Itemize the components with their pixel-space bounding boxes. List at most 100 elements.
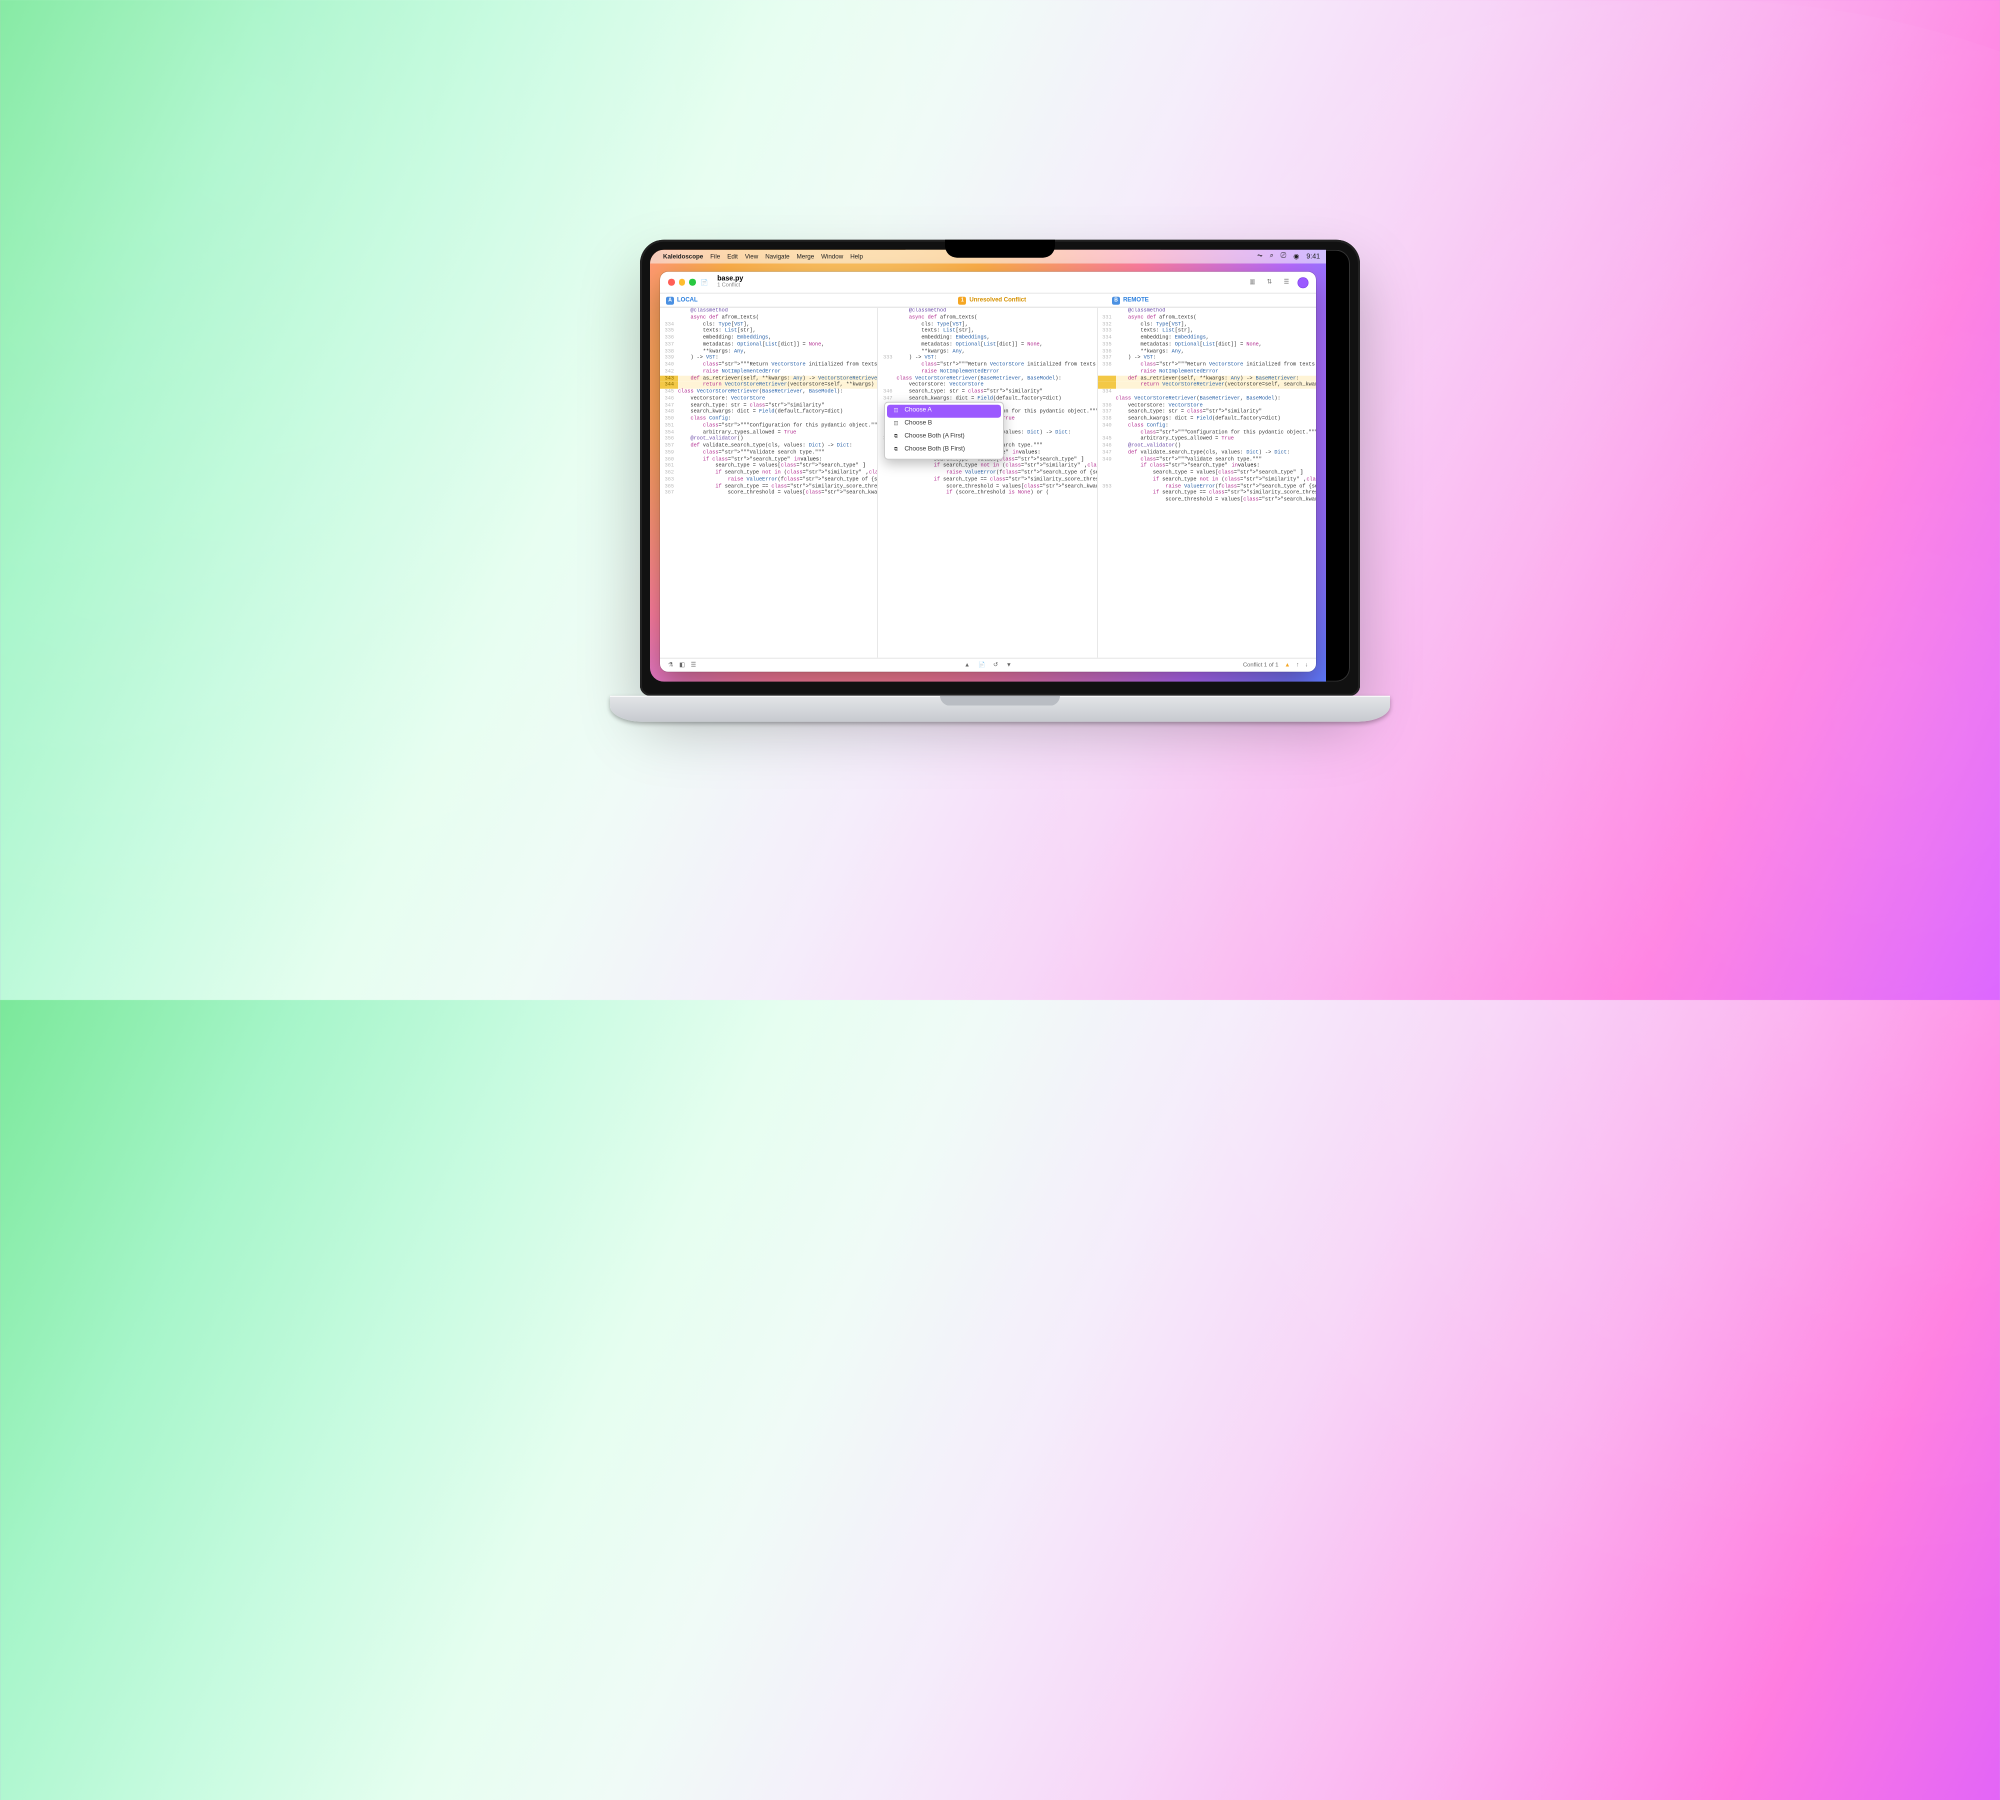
code-line[interactable]: 343 def as_retriever(self, **kwargs: Any…: [660, 375, 877, 382]
code-line[interactable]: 338 search_kwargs: dict = Field(default_…: [1098, 416, 1316, 423]
code-line[interactable]: score_threshold = values[class="str">"se…: [878, 483, 1096, 490]
code-line[interactable]: raise NotImplementedError: [878, 368, 1096, 375]
menu-window[interactable]: Window: [821, 253, 843, 260]
code-line[interactable]: 357 def validate_search_type(cls, values…: [660, 443, 877, 450]
code-line[interactable]: 336 **kwargs: Any,: [1098, 348, 1316, 355]
columns-view-icon[interactable]: ▥: [1247, 277, 1258, 288]
code-line[interactable]: 347 def validate_search_type(cls, values…: [1098, 449, 1316, 456]
code-line[interactable]: 345class VectorStoreRetriever(BaseRetrie…: [660, 389, 877, 396]
code-line[interactable]: if search_type == class="str">"similarit…: [1098, 490, 1316, 497]
code-line[interactable]: 356 @root_validator(): [660, 436, 877, 443]
code-line[interactable]: 359 class="str">"""Validate search type.…: [660, 449, 877, 456]
code-line[interactable]: 335 metadatas: Optional[List[dict]] = No…: [1098, 341, 1316, 348]
code-line[interactable]: metadatas: Optional[List[dict]] = None,: [878, 341, 1096, 348]
code-line[interactable]: 339 ) -> VST:: [660, 355, 877, 362]
revert-icon[interactable]: ↺: [993, 662, 998, 668]
code-line[interactable]: cls: Type[VST],: [878, 321, 1096, 328]
code-line[interactable]: if search_type not in (class="str">"simi…: [878, 463, 1096, 470]
file-icon[interactable]: 📄: [978, 662, 985, 668]
zoom-button[interactable]: [689, 279, 696, 286]
code-line[interactable]: 337 ) -> VST:: [1098, 355, 1316, 362]
code-line[interactable]: 333 ) -> VST:: [878, 355, 1096, 362]
remote-pane[interactable]: @classmethod331 async def afrom_texts( 33…: [1098, 308, 1316, 658]
code-line[interactable]: 340 class="str">"""Return VectorStore in…: [660, 362, 877, 369]
menu-choose-a[interactable]: ◫ Choose A: [887, 405, 1001, 418]
siri-icon[interactable]: ◉: [1293, 253, 1299, 261]
sidebar-toggle-icon[interactable]: ◧: [679, 662, 684, 668]
code-line[interactable]: texts: List[str],: [878, 328, 1096, 335]
code-line[interactable]: 334 cls: Type[VST],: [660, 321, 877, 328]
menu-choose-b[interactable]: ◫ Choose B: [887, 418, 1001, 431]
code-line[interactable]: async def afrom_texts(: [660, 314, 877, 321]
control-center-icon[interactable]: ⎚: [1281, 253, 1287, 261]
code-line[interactable]: 337 metadatas: Optional[List[dict]] = No…: [660, 341, 877, 348]
code-line[interactable]: 335 texts: List[str],: [660, 328, 877, 335]
code-line[interactable]: class="str">"""Return VectorStore initia…: [878, 362, 1096, 369]
menu-choose-both-a-first[interactable]: ⧉ Choose Both (A First): [887, 431, 1001, 444]
code-line[interactable]: 333 texts: List[str],: [1098, 328, 1316, 335]
menu-edit[interactable]: Edit: [727, 253, 738, 260]
code-line[interactable]: 336 vectorstore: VectorStore: [1098, 402, 1316, 409]
code-line[interactable]: if search_type == class="str">"similarit…: [878, 476, 1096, 483]
titlebar[interactable]: 📄 base.py 1 Conflict ▥ ⇅ ☰: [660, 272, 1316, 294]
jump-down-icon[interactable]: ↓: [1305, 662, 1308, 668]
code-line[interactable]: 348 search_kwargs: dict = Field(default_…: [660, 409, 877, 416]
jump-up-icon[interactable]: ↑: [1296, 662, 1299, 668]
code-line[interactable]: if search_type not in (class="str">"simi…: [1098, 476, 1316, 483]
menubar-app-name[interactable]: Kaleidoscope: [663, 253, 703, 260]
code-line[interactable]: return VectorStoreRetriever(vectorstore=…: [1098, 382, 1316, 389]
code-line[interactable]: 331 async def afrom_texts(: [1098, 314, 1316, 321]
code-line[interactable]: 337 search_type: str = class="str">"simi…: [1098, 409, 1316, 416]
menu-file[interactable]: File: [710, 253, 720, 260]
code-line[interactable]: 367 score_threshold = values[class="str"…: [660, 490, 877, 497]
code-line[interactable]: 334 embedding: Embeddings,: [1098, 335, 1316, 342]
code-line[interactable]: 351 class="str">"""Configuration for thi…: [660, 422, 877, 429]
code-line[interactable]: 340 class Config:: [1098, 422, 1316, 429]
local-pane[interactable]: @classmethod async def afrom_texts(334 c…: [660, 308, 878, 658]
code-line[interactable]: 354 arbitrary_types_allowed = True: [660, 429, 877, 436]
minimize-button[interactable]: [679, 279, 686, 286]
code-line[interactable]: @classmethod: [1098, 308, 1316, 315]
diff-view-icon[interactable]: ⇅: [1264, 277, 1275, 288]
prev-diff-icon[interactable]: ▲: [964, 662, 970, 668]
code-line[interactable]: @classmethod: [660, 308, 877, 315]
code-line[interactable]: if class="str">"search_type" in values:: [1098, 463, 1316, 470]
layout-icon[interactable]: ☰: [691, 662, 696, 668]
code-line[interactable]: if (score_threshold is None) or (: [878, 490, 1096, 497]
code-line[interactable]: 344 return VectorStoreRetriever(vectorst…: [660, 382, 877, 389]
code-line[interactable]: 349 class="str">"""Validate search type.…: [1098, 456, 1316, 463]
warning-icon[interactable]: ▲: [1284, 662, 1290, 668]
code-line[interactable]: vectorstore: VectorStore: [878, 382, 1096, 389]
code-line[interactable]: class VectorStoreRetriever(BaseRetriever…: [1098, 395, 1316, 402]
filter-icon[interactable]: ⚗: [668, 662, 673, 668]
code-line[interactable]: 338 class="str">"""Return VectorStore in…: [1098, 362, 1316, 369]
merge-pane[interactable]: ◫ Choose A ◫ Choose B ⧉ Choose Both (A F…: [878, 308, 1097, 658]
wifi-icon[interactable]: ⏦: [1257, 253, 1263, 261]
code-line[interactable]: 334: [1098, 389, 1316, 396]
search-icon[interactable]: ⌕: [1270, 253, 1274, 261]
code-line[interactable]: class="str">"""Configuration for this py…: [1098, 429, 1316, 436]
menu-help[interactable]: Help: [850, 253, 863, 260]
code-line[interactable]: 361 search_type = values[class="str">"se…: [660, 463, 877, 470]
code-line[interactable]: async def afrom_texts(: [878, 314, 1096, 321]
code-line[interactable]: 346 vectorstore: VectorStore: [660, 395, 877, 402]
code-line[interactable]: 342 raise NotImplementedError: [660, 368, 877, 375]
code-line[interactable]: 363 raise ValueError(fclass="str">"searc…: [660, 476, 877, 483]
code-line[interactable]: 353 raise ValueError(fclass="str">"searc…: [1098, 483, 1316, 490]
code-line[interactable]: 346 search_type: str = class="str">"simi…: [878, 389, 1096, 396]
code-line[interactable]: **kwargs: Any,: [878, 348, 1096, 355]
code-line[interactable]: 362 if search_type not in (class="str">"…: [660, 470, 877, 477]
next-diff-icon[interactable]: ▼: [1006, 662, 1012, 668]
code-line[interactable]: 338 **kwargs: Any,: [660, 348, 877, 355]
code-line[interactable]: score_threshold = values[class="str">"se…: [1098, 497, 1316, 504]
menu-view[interactable]: View: [745, 253, 758, 260]
code-line[interactable]: 365 if search_type == class="str">"simil…: [660, 483, 877, 490]
code-line[interactable]: raise ValueError(fclass="str">"search_ty…: [878, 470, 1096, 477]
conflict-count-badge[interactable]: [1298, 277, 1308, 287]
menu-choose-both-b-first[interactable]: ⧉ Choose Both (B First): [887, 444, 1001, 457]
code-line[interactable]: 347 search_type: str = class="str">"simi…: [660, 402, 877, 409]
code-line[interactable]: 360 if class="str">"search_type" in valu…: [660, 456, 877, 463]
code-line[interactable]: 350 class Config:: [660, 416, 877, 423]
code-line[interactable]: @classmethod: [878, 308, 1096, 315]
menu-navigate[interactable]: Navigate: [765, 253, 789, 260]
